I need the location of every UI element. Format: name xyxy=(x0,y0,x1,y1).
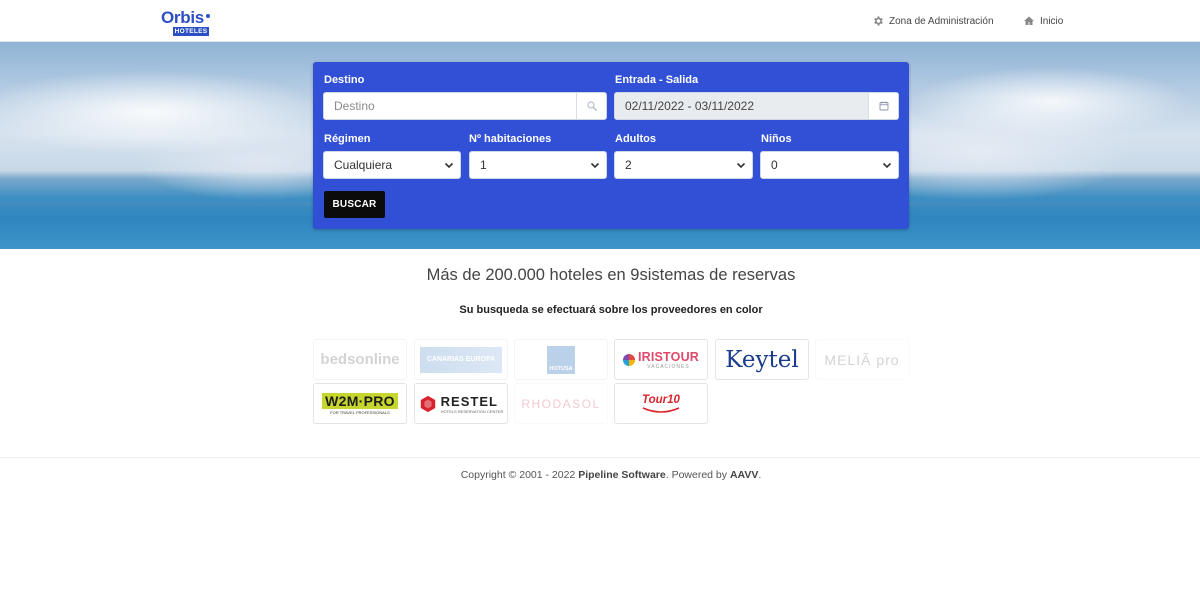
provider-canarias: CANARIAS EUROPA xyxy=(414,339,508,380)
provider-bedsonline: bedsonline xyxy=(313,339,407,380)
search-addon[interactable] xyxy=(576,93,606,119)
destino-input[interactable]: Destino xyxy=(323,92,607,120)
regimen-label: Régimen xyxy=(324,133,371,145)
provider-tour10: Tour10 xyxy=(614,383,708,424)
footer-suffix: . xyxy=(758,469,762,481)
nav-admin-label: Zona de Administración xyxy=(889,15,994,27)
provider-keytel-name: Keytel xyxy=(725,346,799,373)
provider-restel-sub: HOTELS RESERVATION CENTER xyxy=(440,408,504,414)
restel-logo-icon xyxy=(420,395,435,412)
chevron-down-icon xyxy=(882,162,892,169)
provider-w2m-name: W2M·PRO xyxy=(322,392,398,409)
provider-iristour: IRISTOUR VACACIONES xyxy=(614,339,708,380)
adultos-select[interactable]: 2 xyxy=(614,151,753,179)
subline: Su busqueda se efectuará sobre los prove… xyxy=(459,304,763,316)
nav-home-link[interactable]: Inicio xyxy=(1023,15,1063,27)
regimen-value: Cualquiera xyxy=(334,158,393,172)
chevron-down-icon xyxy=(444,162,454,169)
search-panel: Destino Destino Entrada - Salida 02/11/2… xyxy=(313,62,909,229)
provider-bedsonline-name: bedsonline xyxy=(320,351,400,368)
nav-admin-link[interactable]: Zona de Administración xyxy=(872,15,994,27)
footer-prefix: Copyright © 2001 - 2022 xyxy=(460,469,579,481)
logo-dot xyxy=(206,14,210,18)
buscar-button[interactable]: BUSCAR xyxy=(324,191,385,218)
nav-home-label: Inicio xyxy=(1040,15,1064,27)
provider-keytel: Keytel xyxy=(715,339,809,380)
orbis-logo[interactable]: Orbis HOTELES xyxy=(161,8,211,36)
provider-hotusa: HOTUSA xyxy=(514,339,608,380)
home-icon xyxy=(1024,16,1034,25)
logo-text: Orbis xyxy=(161,8,204,27)
logo-badge: HOTELES xyxy=(173,27,209,36)
ninos-select[interactable]: 0 xyxy=(760,151,899,179)
provider-iristour-name: IRISTOUR xyxy=(637,349,700,364)
adultos-value: 2 xyxy=(625,158,632,172)
headline: Más de 200.000 hoteles en 9sistemas de r… xyxy=(426,266,796,284)
provider-rhodasol-name: RHODASOL xyxy=(521,396,601,411)
provider-restel: RESTEL HOTELS RESERVATION CENTER xyxy=(414,383,508,424)
dates-value: 02/11/2022 - 03/11/2022 xyxy=(625,99,754,113)
adultos-label: Adultos xyxy=(615,133,656,145)
top-header: Orbis HOTELES Zona de Administración Ini… xyxy=(0,0,1200,42)
provider-hotusa-name: HOTUSA xyxy=(549,365,573,372)
gear-icon xyxy=(874,16,883,26)
footer-middle: . Powered by xyxy=(665,469,730,481)
provider-rhodasol: RHODASOL xyxy=(514,383,608,424)
dates-input[interactable]: 02/11/2022 - 03/11/2022 xyxy=(614,92,899,120)
destino-placeholder: Destino xyxy=(334,99,375,113)
regimen-select[interactable]: Cualquiera xyxy=(323,151,461,179)
calendar-icon xyxy=(879,101,888,111)
habitaciones-label: Nº habitaciones xyxy=(469,133,552,145)
provider-melia-name: MELIÃ pro xyxy=(824,351,900,368)
provider-tour10-name: Tour10 xyxy=(642,393,680,406)
dates-label: Entrada - Salida xyxy=(615,74,699,86)
footer-company-link[interactable]: Pipeline Software xyxy=(578,469,666,481)
provider-iristour-sub: VACACIONES xyxy=(647,363,690,370)
footer: Copyright © 2001 - 2022 Pipeline Softwar… xyxy=(0,469,1200,481)
canarias-banner: CANARIAS EUROPA xyxy=(420,346,502,373)
hotusa-mark: HOTUSA xyxy=(547,345,575,374)
habitaciones-select[interactable]: 1 xyxy=(469,151,607,179)
chevron-down-icon xyxy=(590,162,600,169)
ninos-value: 0 xyxy=(771,158,778,172)
provider-w2m: W2M·PRO FOR TRAVEL PROFESSIONALS xyxy=(313,383,407,424)
chevron-down-icon xyxy=(736,162,746,169)
provider-restel-name: RESTEL xyxy=(440,393,498,409)
footer-divider xyxy=(0,457,1200,458)
ninos-label: Niños xyxy=(761,133,792,145)
calendar-addon[interactable] xyxy=(868,93,898,119)
provider-w2m-sub: FOR TRAVEL PROFESSIONALS xyxy=(330,409,390,415)
provider-melia: MELIÃ pro xyxy=(815,339,909,380)
habitaciones-value: 1 xyxy=(480,158,487,172)
iristour-logo-icon xyxy=(622,353,635,366)
destino-label: Destino xyxy=(324,74,365,86)
search-icon xyxy=(586,101,597,111)
footer-powered-link[interactable]: AAVV xyxy=(730,469,758,481)
tour10-swoosh-icon xyxy=(642,406,680,413)
provider-canarias-name: CANARIAS EUROPA xyxy=(426,356,496,363)
